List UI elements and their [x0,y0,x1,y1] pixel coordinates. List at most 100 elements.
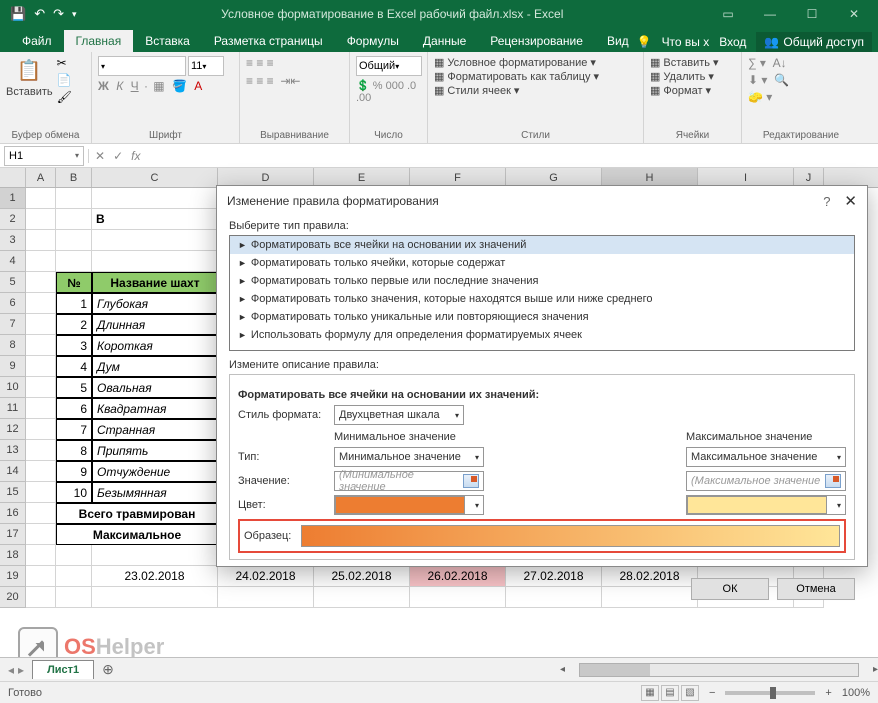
font-select[interactable]: ▾ [98,56,186,76]
cell[interactable] [56,251,92,272]
sheet-tab[interactable]: Лист1 [32,660,94,679]
minimize-icon[interactable]: — [750,2,790,26]
tab-data[interactable]: Данные [411,30,478,52]
cell[interactable] [26,251,56,272]
tell-me-icon[interactable]: 💡 [637,35,652,49]
cell[interactable]: 8 [56,440,92,461]
cell[interactable] [92,230,218,251]
row-header[interactable]: 1 [0,188,26,209]
cell[interactable] [26,440,56,461]
border-icon[interactable]: ▦ [153,79,164,93]
cut-icon[interactable]: ✂ [57,56,72,70]
cell[interactable] [26,335,56,356]
maximize-icon[interactable]: ☐ [792,2,832,26]
min-type-select[interactable]: Минимальное значение▾ [334,447,484,467]
cell[interactable] [26,398,56,419]
cell[interactable]: Название шахт [92,272,218,293]
cell[interactable] [26,293,56,314]
row-header[interactable]: 9 [0,356,26,377]
zoom-slider[interactable] [725,691,815,695]
cell[interactable]: 9 [56,461,92,482]
cell[interactable]: В [92,209,218,230]
row-header[interactable]: 15 [0,482,26,503]
cancel-button[interactable]: Отмена [777,578,855,600]
cell[interactable] [56,230,92,251]
row-header[interactable]: 17 [0,524,26,545]
cell[interactable] [56,587,92,608]
row-header[interactable]: 4 [0,251,26,272]
tab-file[interactable]: Файл [10,30,64,52]
italic-icon[interactable]: К [116,79,123,93]
cell[interactable]: 6 [56,398,92,419]
cell[interactable] [92,188,218,209]
col-header[interactable]: C [92,168,218,187]
fx-icon[interactable]: fx [131,149,140,163]
tab-home[interactable]: Главная [64,30,134,52]
cell[interactable] [26,545,56,566]
sheet-nav-prev-icon[interactable]: ◂ [8,663,14,677]
row-header[interactable]: 5 [0,272,26,293]
cell[interactable] [26,272,56,293]
row-header[interactable]: 2 [0,209,26,230]
rule-item[interactable]: ►Форматировать все ячейки на основании и… [230,236,854,254]
rule-item[interactable]: ►Форматировать только первые или последн… [230,272,854,290]
ribbon-options-icon[interactable]: ▭ [708,2,748,26]
new-sheet-icon[interactable]: ⊕ [94,661,122,678]
range-ref-icon[interactable] [463,474,479,488]
row-header[interactable]: 18 [0,545,26,566]
rule-item[interactable]: ►Форматировать только ячейки, которые со… [230,254,854,272]
save-icon[interactable]: 💾 [10,6,26,22]
cell[interactable] [56,566,92,587]
redo-icon[interactable]: ↷ [53,6,64,22]
cell[interactable]: Короткая [92,335,218,356]
format-cells-button[interactable]: ▦Формат ▾ [650,84,711,97]
numformat-select[interactable]: Общий▾ [356,56,422,76]
name-box[interactable]: H1▾ [4,146,84,166]
cell[interactable]: Длинная [92,314,218,335]
cell[interactable]: 1 [56,293,92,314]
cell[interactable] [56,188,92,209]
min-value-input[interactable]: (Минимальное значение [334,471,484,491]
row-header[interactable]: 6 [0,293,26,314]
cell[interactable] [92,251,218,272]
cell[interactable] [26,314,56,335]
max-type-select[interactable]: Максимальное значение▾ [686,447,846,467]
cell[interactable] [92,545,218,566]
cell[interactable] [26,587,56,608]
bold-icon[interactable]: Ж [98,79,109,93]
cell[interactable]: 2 [56,314,92,335]
row-header[interactable]: 12 [0,419,26,440]
cell[interactable] [26,230,56,251]
row-header[interactable]: 16 [0,503,26,524]
tab-view[interactable]: Вид [595,30,641,52]
cell[interactable]: 3 [56,335,92,356]
min-color-select[interactable]: ▾ [334,495,484,515]
conditional-formatting-button[interactable]: ▦Условное форматирование ▾ [434,56,596,69]
col-header[interactable]: A [26,168,56,187]
format-style-select[interactable]: Двухцветная шкала▾ [334,405,464,425]
tell-me[interactable]: Что вы х [662,35,710,49]
cell[interactable] [26,419,56,440]
sheet-nav-next-icon[interactable]: ▸ [18,663,24,677]
range-ref-icon[interactable] [825,474,841,488]
copy-icon[interactable]: 📄 [57,73,72,87]
paste-button[interactable]: 📋 Вставить [6,56,53,98]
share-button[interactable]: 👥 Общий доступ [756,32,872,52]
underline-icon[interactable]: Ч [131,79,139,93]
rule-type-list[interactable]: ►Форматировать все ячейки на основании и… [229,235,855,351]
zoom-in-icon[interactable]: + [825,687,831,699]
row-header[interactable]: 11 [0,398,26,419]
cell[interactable]: Квадратная [92,398,218,419]
dialog-close-icon[interactable]: ✕ [844,192,857,210]
cell[interactable] [56,545,92,566]
max-color-select[interactable]: ▾ [686,495,846,515]
cell[interactable]: № [56,272,92,293]
row-header[interactable]: 10 [0,377,26,398]
row-header[interactable]: 13 [0,440,26,461]
cell[interactable]: Овальная [92,377,218,398]
row-header[interactable]: 19 [0,566,26,587]
row-header[interactable]: 14 [0,461,26,482]
cell[interactable]: Странная [92,419,218,440]
row-header[interactable]: 8 [0,335,26,356]
help-icon[interactable]: ? [823,194,830,209]
